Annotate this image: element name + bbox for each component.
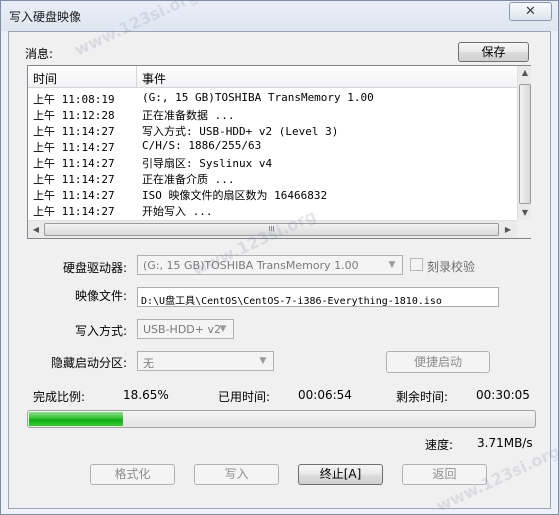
- message-label: 消息:: [25, 47, 54, 61]
- chevron-down-icon: ▼: [259, 356, 267, 366]
- remaining-time-value: 00:30:05: [476, 388, 530, 402]
- format-button[interactable]: 格式化: [90, 464, 175, 485]
- verify-checkbox[interactable]: [410, 258, 423, 271]
- save-button[interactable]: 保存: [458, 42, 529, 62]
- drive-select-value: (G:, 15 GB)TOSHIBA TransMemory 1.00: [143, 259, 359, 272]
- write-mode-select[interactable]: USB-HDD+ v2 ▼: [137, 319, 234, 339]
- write-progress-bar: [27, 410, 536, 428]
- log-row[interactable]: 上午 11:12:28 正在准备数据 ...: [28, 106, 517, 122]
- log-event-cell: 正在准备介质 ...: [142, 173, 235, 186]
- hidden-boot-value: 无: [143, 357, 154, 370]
- image-file-label: 映像文件:: [74, 289, 127, 303]
- column-header-time[interactable]: 时间: [33, 70, 57, 87]
- hidden-boot-label: 隐藏启动分区:: [50, 356, 127, 370]
- log-row[interactable]: 上午 11:14:27 正在准备介质 ...: [28, 170, 517, 186]
- log-event-cell: 开始写入 ...: [142, 205, 213, 218]
- vertical-scroll-thumb[interactable]: [519, 84, 531, 204]
- vertical-scrollbar[interactable]: ▲ ▼: [517, 66, 531, 220]
- log-row[interactable]: 上午 11:14:27 引导扇区: Syslinux v4: [28, 154, 517, 170]
- log-row[interactable]: 上午 11:14:27 写入方式: USB-HDD+ v2 (Level 3): [28, 122, 517, 138]
- complete-ratio-label: 完成比例:: [33, 390, 86, 404]
- log-time-cell: 上午 11:08:19: [33, 93, 115, 106]
- back-button-label: 返回: [432, 467, 457, 481]
- log-time-cell: 上午 11:14:27: [33, 189, 115, 202]
- scroll-down-icon[interactable]: ▼: [518, 206, 532, 220]
- quick-boot-button[interactable]: 便捷启动: [386, 351, 490, 373]
- elapsed-time-label: 已用时间:: [218, 390, 271, 404]
- message-log-list[interactable]: 时间 事件 上午 11:08:19 (G:, 15 GB)TOSHIBA Tran…: [27, 65, 531, 239]
- log-event-cell: 引导扇区: Syslinux v4: [142, 157, 273, 170]
- drive-label: 硬盘驱动器:: [62, 261, 127, 275]
- close-icon: ✕: [525, 4, 536, 19]
- log-event-cell: 写入方式: USB-HDD+ v2 (Level 3): [142, 125, 339, 138]
- write-button-label: 写入: [224, 467, 249, 481]
- chevron-down-icon: ▼: [219, 324, 227, 334]
- log-event-cell: (G:, 15 GB)TOSHIBA TransMemory 1.00: [142, 91, 374, 104]
- complete-ratio-value: 18.65%: [123, 388, 169, 402]
- log-event-cell: ISO 映像文件的扇区数为 16466832: [142, 189, 328, 202]
- drive-select[interactable]: (G:, 15 GB)TOSHIBA TransMemory 1.00 ▼: [137, 255, 403, 275]
- image-file-value: D:\U盘工具\CentOS\CentOS-7-i386-Everything-…: [141, 296, 442, 307]
- log-event-cell: 正在准备数据 ...: [142, 109, 235, 122]
- speed-value: 3.71MB/s: [477, 436, 533, 450]
- image-file-input[interactable]: D:\U盘工具\CentOS\CentOS-7-i386-Everything-…: [137, 287, 499, 307]
- log-row[interactable]: 上午 11:14:27 ISO 映像文件的扇区数为 16466832: [28, 186, 517, 202]
- log-event-cell: C/H/S: 1886/255/63: [142, 139, 262, 152]
- format-button-label: 格式化: [114, 467, 151, 481]
- column-header-event[interactable]: 事件: [142, 70, 166, 87]
- save-button-label: 保存: [481, 45, 506, 59]
- dialog-client-area: 消息: 保存 时间 事件 上午 11:08:19 (G:, 15 GB)TOSHI…: [8, 31, 551, 509]
- log-time-cell: 上午 11:14:27: [33, 205, 115, 218]
- hidden-boot-select[interactable]: 无 ▼: [137, 351, 274, 371]
- column-divider[interactable]: [136, 66, 137, 88]
- scroll-right-icon[interactable]: ▶: [501, 223, 515, 237]
- stop-button-label: 终止[A]: [319, 467, 362, 481]
- log-time-cell: 上午 11:14:27: [33, 141, 115, 154]
- stop-button[interactable]: 终止[A]: [298, 464, 383, 485]
- elapsed-time-value: 00:06:54: [298, 388, 352, 402]
- window-title: 写入硬盘映像: [9, 10, 82, 24]
- write-button[interactable]: 写入: [194, 464, 279, 485]
- scroll-up-icon[interactable]: ▲: [518, 66, 532, 80]
- speed-label: 速度:: [425, 438, 454, 452]
- log-time-cell: 上午 11:14:27: [33, 157, 115, 170]
- log-row[interactable]: 上午 11:08:19 (G:, 15 GB)TOSHIBA TransMemor…: [28, 90, 517, 106]
- log-time-cell: 上午 11:14:27: [33, 173, 115, 186]
- scroll-left-icon[interactable]: ◀: [29, 223, 43, 237]
- log-time-cell: 上午 11:14:27: [33, 125, 115, 138]
- write-mode-value: USB-HDD+ v2: [143, 323, 221, 336]
- write-disk-image-window: 写入硬盘映像 ✕ 消息: 保存 时间 事件 上午 11:08:19 (G:, 15…: [0, 0, 559, 515]
- remaining-time-label: 剩余时间:: [396, 390, 449, 404]
- title-bar[interactable]: 写入硬盘映像 ✕: [1, 1, 558, 31]
- scrollbar-corner: [517, 220, 531, 238]
- chevron-down-icon: ▼: [388, 260, 396, 270]
- log-row[interactable]: 上午 11:14:27 开始写入 ...: [28, 202, 517, 218]
- log-header: 时间 事件: [28, 66, 517, 88]
- log-time-cell: 上午 11:12:28: [33, 109, 115, 122]
- verify-label[interactable]: 刻录校验: [427, 258, 475, 275]
- quick-boot-button-label: 便捷启动: [413, 355, 462, 369]
- close-button[interactable]: ✕: [509, 2, 552, 21]
- write-mode-label: 写入方式:: [74, 324, 127, 338]
- progress-fill: [29, 412, 123, 426]
- log-row[interactable]: 上午 11:14:27 C/H/S: 1886/255/63: [28, 138, 517, 154]
